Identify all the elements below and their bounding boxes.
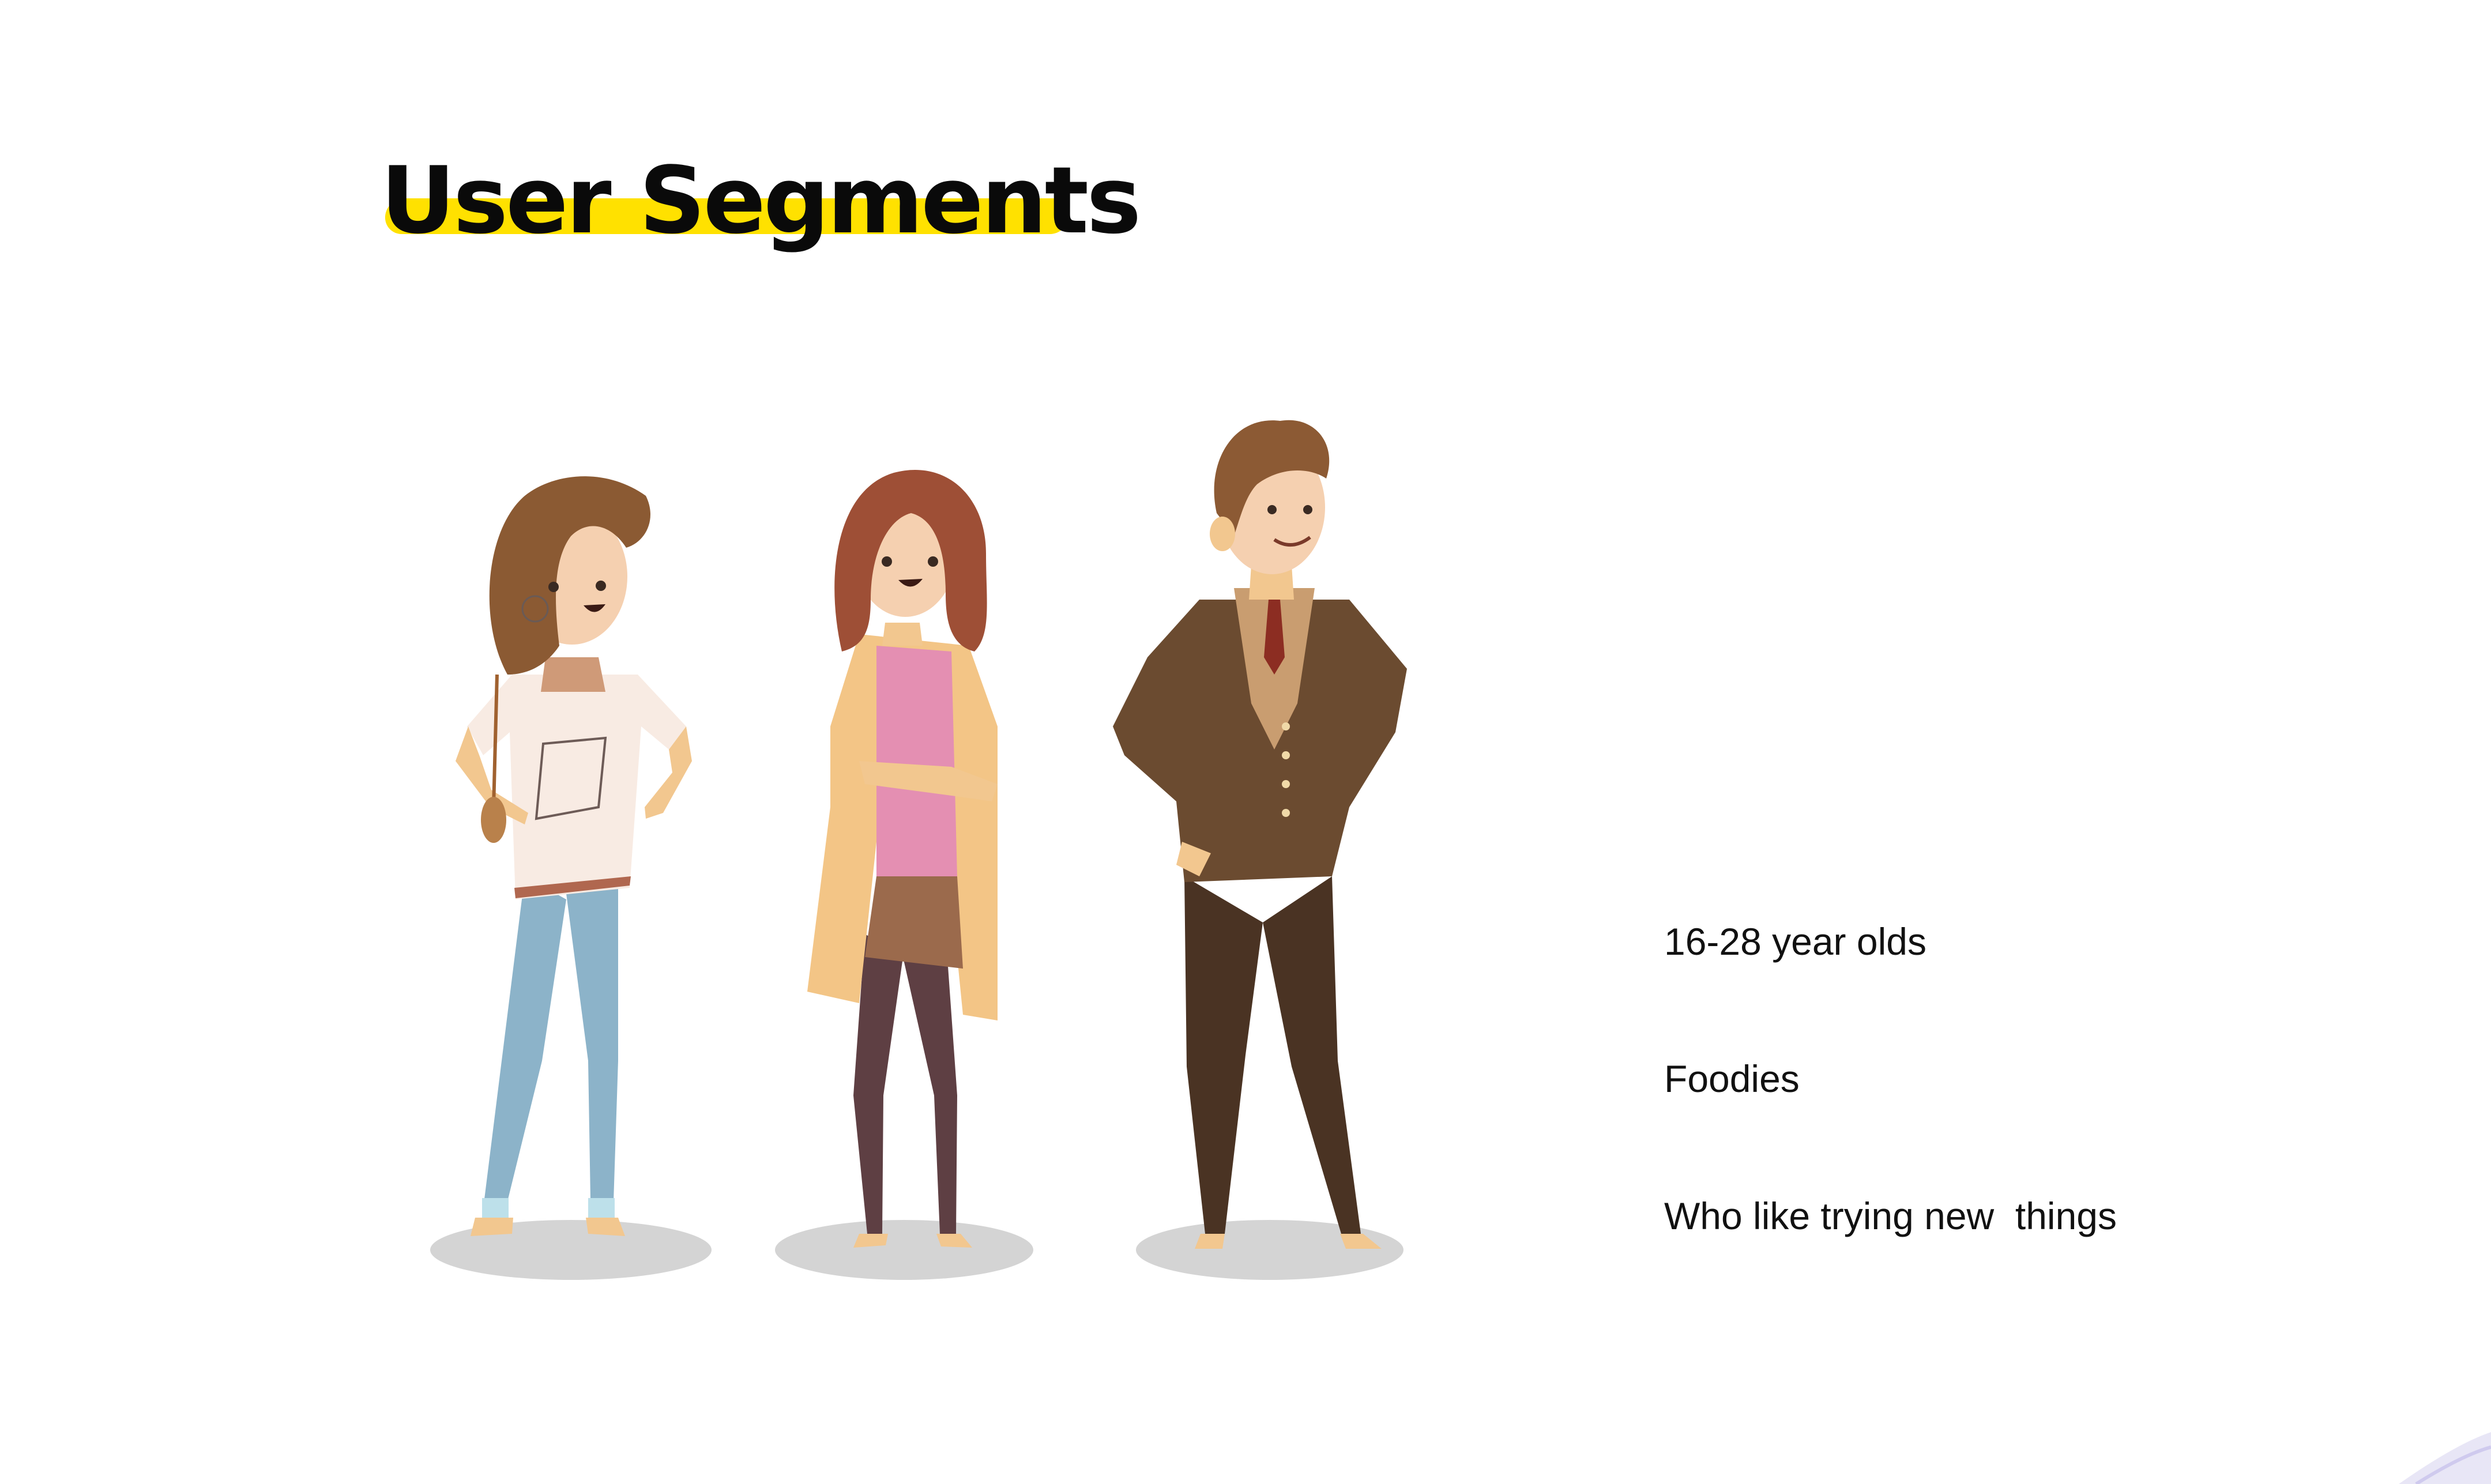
page-title: User Segments xyxy=(381,146,1141,254)
woman-casual-icon xyxy=(430,476,712,1280)
woman-cardigan-icon xyxy=(775,469,1033,1280)
segment-point-foodies: Foodies xyxy=(1664,1057,1800,1100)
segment-point-age: 16-28 year olds xyxy=(1664,920,1926,963)
user-segments-illustration xyxy=(430,420,1407,1280)
corner-decoration xyxy=(2399,1432,2491,1484)
segment-point-explorers: Who like trying new things xyxy=(1664,1195,2117,1237)
title-block: User Segments xyxy=(381,146,1141,254)
segment-points: 16-28 year olds Foodies Who like trying … xyxy=(1664,922,2117,1235)
man-suit-icon xyxy=(1113,420,1407,1280)
